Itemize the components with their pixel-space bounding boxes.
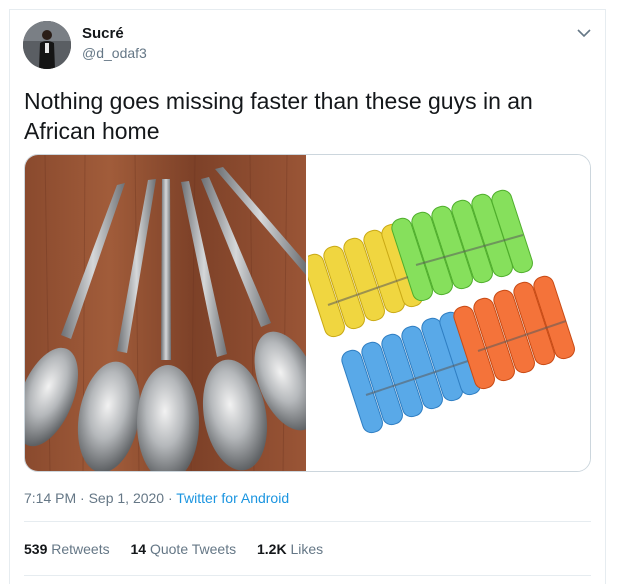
tweet-source-link[interactable]: Twitter for Android [176,490,289,506]
tweet-timestamp[interactable]: 7:14 PM · Sep 1, 2020 · [24,490,176,506]
clothespins-image[interactable] [303,155,590,471]
display-name[interactable]: Sucré [82,25,124,42]
tweet-text: Nothing goes missing faster than these g… [24,88,533,144]
user-handle[interactable]: @d_odaf3 [82,45,147,61]
divider-bottom [24,575,591,576]
quote-tweets-stat[interactable]: 14 Quote Tweets [131,541,237,557]
divider [24,521,591,522]
likes-stat[interactable]: 1.2K Likes [257,541,323,557]
tweet-media[interactable] [24,154,591,472]
avatar[interactable] [23,21,71,69]
spoons-image[interactable] [25,155,320,471]
tweet-meta: 7:14 PM · Sep 1, 2020 · Twitter for Andr… [24,490,289,506]
tweet-stats: 539 Retweets 14 Quote Tweets 1.2K Likes [24,541,340,557]
retweets-stat[interactable]: 539 Retweets [24,541,110,557]
chevron-down-icon[interactable] [576,26,592,40]
